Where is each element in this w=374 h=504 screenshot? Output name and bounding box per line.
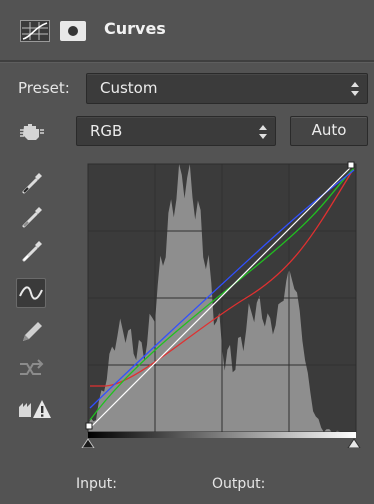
black-point-handle [85, 422, 93, 430]
select-arrows-icon [351, 82, 359, 96]
curves-adjustment-icon[interactable] [20, 20, 50, 42]
select-arrows-icon [259, 125, 267, 139]
preset-label: Preset: [18, 79, 70, 97]
output-readout-label: Output: [212, 476, 266, 492]
clipping-warning-icon[interactable] [18, 395, 54, 423]
pencil-icon[interactable] [18, 318, 46, 346]
channel-select[interactable]: RGB [76, 116, 276, 146]
preset-select[interactable]: Custom [86, 73, 368, 104]
mask-icon[interactable] [60, 21, 86, 41]
black-eyedropper-icon[interactable] [18, 168, 46, 196]
input-readout-label: Input: [76, 476, 117, 492]
tonal-ramp [88, 432, 356, 438]
curves-properties-panel: Curves Preset: Custom RGB Auto Input: Ou… [0, 0, 374, 504]
smooth-icon[interactable] [18, 355, 46, 383]
header-divider [0, 60, 374, 63]
white-point-handle [347, 161, 355, 169]
panel-title: Curves [104, 19, 166, 38]
black-slider-handle [81, 438, 95, 449]
white-slider-handle [347, 438, 361, 449]
white-eyedropper-icon[interactable] [18, 236, 46, 264]
on-image-adjust-icon[interactable] [18, 117, 46, 145]
auto-button[interactable]: Auto [290, 116, 368, 146]
curves-graph[interactable] [76, 158, 368, 449]
panel-header: Curves [0, 0, 374, 63]
channel-value: RGB [90, 122, 123, 140]
gray-eyedropper-icon[interactable] [18, 202, 46, 230]
curve-points-icon[interactable] [16, 278, 46, 308]
preset-value: Custom [100, 79, 158, 97]
